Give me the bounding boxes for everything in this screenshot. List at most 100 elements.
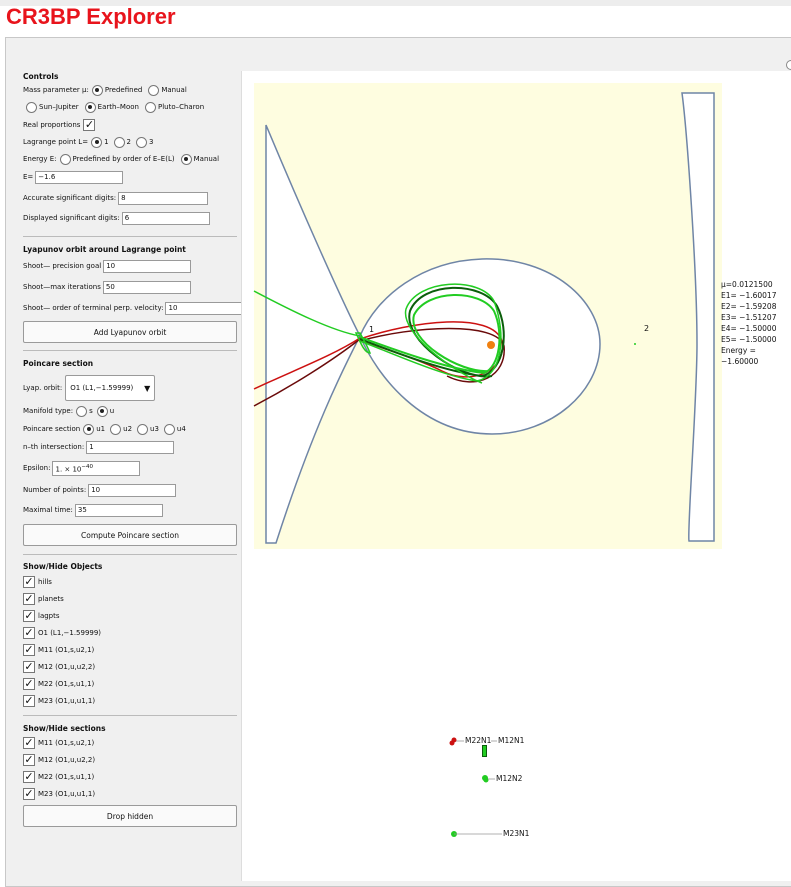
epsilon-exponent: −40: [81, 463, 93, 470]
object-toggle-label: M11 (O1,s,u2,1): [38, 646, 95, 654]
max-iterations-row: Shoot—max iterations 50: [23, 280, 191, 294]
object-toggle-row: ✓ M11 (O1,s,u2,1): [23, 643, 94, 657]
real-proportions-label: Real proportions: [23, 121, 81, 129]
section-u4-label: u4: [176, 425, 186, 433]
section-u1-label: u1: [96, 425, 106, 433]
lagrange-3-label: 3: [149, 138, 154, 146]
lagrange-2-label: 2: [126, 138, 131, 146]
lyapunov-header: Lyapunov orbit around Lagrange point: [23, 245, 186, 254]
mass-parameter-row: Mass parameter μ: Predefined Manual: [23, 83, 187, 97]
section-toggle-label: M23 (O1,u,u1,1): [38, 790, 96, 798]
system-row: Sun–Jupiter Earth–Moon Pluto–Charon: [23, 100, 204, 114]
mass-manual-radio[interactable]: [148, 84, 160, 96]
e2-value: E2= −1.59208: [721, 302, 777, 311]
section-toggle-checkbox[interactable]: ✓: [23, 737, 35, 749]
divider: [23, 236, 237, 237]
energy-manual-radio[interactable]: [180, 153, 192, 165]
energy-predefined-label: Predefined by order of E–E(L): [72, 155, 175, 163]
earth-moon-radio[interactable]: [84, 101, 96, 113]
section-toggle-row: ✓ M12 (O1,u,u2,2): [23, 753, 95, 767]
number-of-points-label: Number of points:: [23, 486, 87, 494]
section-u1-radio[interactable]: [83, 423, 95, 435]
lagrange-1-label: 1: [104, 138, 109, 146]
number-of-points-input[interactable]: 10: [88, 483, 177, 497]
compute-poincare-button[interactable]: Compute Poincare section: [23, 524, 237, 546]
precision-row: Shoot— precision goal 10: [23, 259, 192, 273]
mass-predefined-radio[interactable]: [91, 84, 103, 96]
section-toggle-checkbox[interactable]: ✓: [23, 771, 35, 783]
accurate-digits-input[interactable]: 8: [118, 191, 209, 205]
nth-intersection-row: n–th intersection: 1: [23, 440, 175, 454]
manifold-s-radio[interactable]: [76, 405, 88, 417]
controls-header: Controls: [23, 72, 59, 81]
lyap-orbit-select[interactable]: O1 (L1,−1.59999) ▼: [65, 375, 156, 401]
manifold-type-label: Manifold type:: [23, 407, 74, 415]
manifold-s-label: s: [89, 407, 93, 415]
lagrange-point-l2: [634, 343, 636, 345]
object-toggle-checkbox[interactable]: ✓: [23, 678, 35, 690]
manifold-u-radio[interactable]: [96, 405, 108, 417]
precision-input[interactable]: 10: [103, 259, 192, 273]
l2-label: 2: [644, 324, 649, 333]
object-toggle-checkbox[interactable]: ✓: [23, 644, 35, 656]
lagrange-3-radio[interactable]: [136, 136, 147, 148]
object-toggle-checkbox[interactable]: ✓: [23, 661, 35, 673]
maximal-time-row: Maximal time: 35: [23, 503, 163, 517]
section-toggle-checkbox[interactable]: ✓: [23, 754, 35, 766]
terminal-order-label: Shoot— order of terminal perp. velocity:: [23, 304, 164, 312]
object-toggle-label: M23 (O1,u,u1,1): [38, 697, 96, 705]
displayed-digits-label: Displayed significant digits:: [23, 214, 120, 222]
section-u4-radio[interactable]: [163, 423, 175, 435]
section-toggle-label: M12 (O1,u,u2,2): [38, 756, 96, 764]
section-label-m23n1: M23N1: [503, 829, 530, 838]
section-u3-radio[interactable]: [137, 423, 149, 435]
pluto-charon-label: Pluto–Charon: [157, 103, 205, 111]
accurate-digits-row: Accurate significant digits: 8: [23, 191, 209, 205]
epsilon-row: Epsilon: 1. × 10−40: [23, 460, 141, 476]
orbit-plot[interactable]: 1 2 M22N1 M12N1 M12N2 M23N1: [242, 71, 791, 881]
lyap-orbit-row: Lyap. orbit: O1 (L1,−1.59999) ▼: [23, 374, 156, 402]
sun-jupiter-radio[interactable]: [26, 101, 37, 113]
section-u2-radio[interactable]: [110, 423, 122, 435]
frame-control-button[interactable]: [786, 60, 791, 70]
object-toggle-checkbox[interactable]: ✓: [23, 627, 35, 639]
section-u2-label: u2: [123, 425, 133, 433]
epsilon-input[interactable]: 1. × 10−40: [52, 460, 141, 476]
nth-intersection-input[interactable]: 1: [86, 440, 175, 454]
poincare-section-label: Poincare section: [23, 425, 81, 433]
divider: [23, 554, 237, 555]
object-toggle-row: ✓ lagpts: [23, 609, 60, 623]
pluto-charon-radio[interactable]: [144, 101, 156, 113]
maximal-time-input[interactable]: 35: [74, 503, 163, 517]
show-sections-header: Show/Hide sections: [23, 724, 106, 733]
drop-hidden-button[interactable]: Drop hidden: [23, 805, 237, 827]
section-point: [483, 746, 486, 756]
epsilon-label: Epsilon:: [23, 464, 51, 472]
object-toggle-row: ✓ M23 (O1,u,u1,1): [23, 694, 95, 708]
object-toggle-checkbox[interactable]: ✓: [23, 576, 35, 588]
real-proportions-checkbox[interactable]: ✓: [83, 119, 96, 131]
object-toggle-checkbox[interactable]: ✓: [23, 593, 35, 605]
lagrange-row: Lagrange point L= 1 2 3: [23, 135, 153, 149]
object-toggle-checkbox[interactable]: ✓: [23, 610, 35, 622]
energy-input[interactable]: −1.6: [35, 170, 124, 184]
section-point: [483, 777, 489, 783]
real-proportions-row: Real proportions ✓: [23, 118, 98, 132]
displayed-digits-input[interactable]: 6: [121, 211, 210, 225]
section-label-m12n1: M12N1: [498, 736, 525, 745]
object-toggle-label: lagpts: [38, 612, 60, 620]
epsilon-value: 1. × 10: [55, 464, 82, 473]
object-toggle-row: ✓ planets: [23, 592, 64, 606]
add-lyapunov-orbit-button[interactable]: Add Lyapunov orbit: [23, 321, 237, 343]
divider: [23, 350, 237, 351]
plot-area: 1 2 M22N1 M12N1 M12N2 M23N1: [241, 71, 791, 881]
max-iterations-input[interactable]: 50: [102, 280, 191, 294]
object-toggle-checkbox[interactable]: ✓: [23, 695, 35, 707]
lagrange-2-radio[interactable]: [113, 136, 125, 148]
object-toggle-label: planets: [38, 595, 64, 603]
lagrange-1-radio[interactable]: [91, 136, 103, 148]
object-toggle-row: ✓ hills: [23, 575, 52, 589]
object-toggle-label: M12 (O1,u,u2,2): [38, 663, 96, 671]
section-toggle-checkbox[interactable]: ✓: [23, 788, 35, 800]
energy-predefined-radio[interactable]: [59, 153, 71, 165]
